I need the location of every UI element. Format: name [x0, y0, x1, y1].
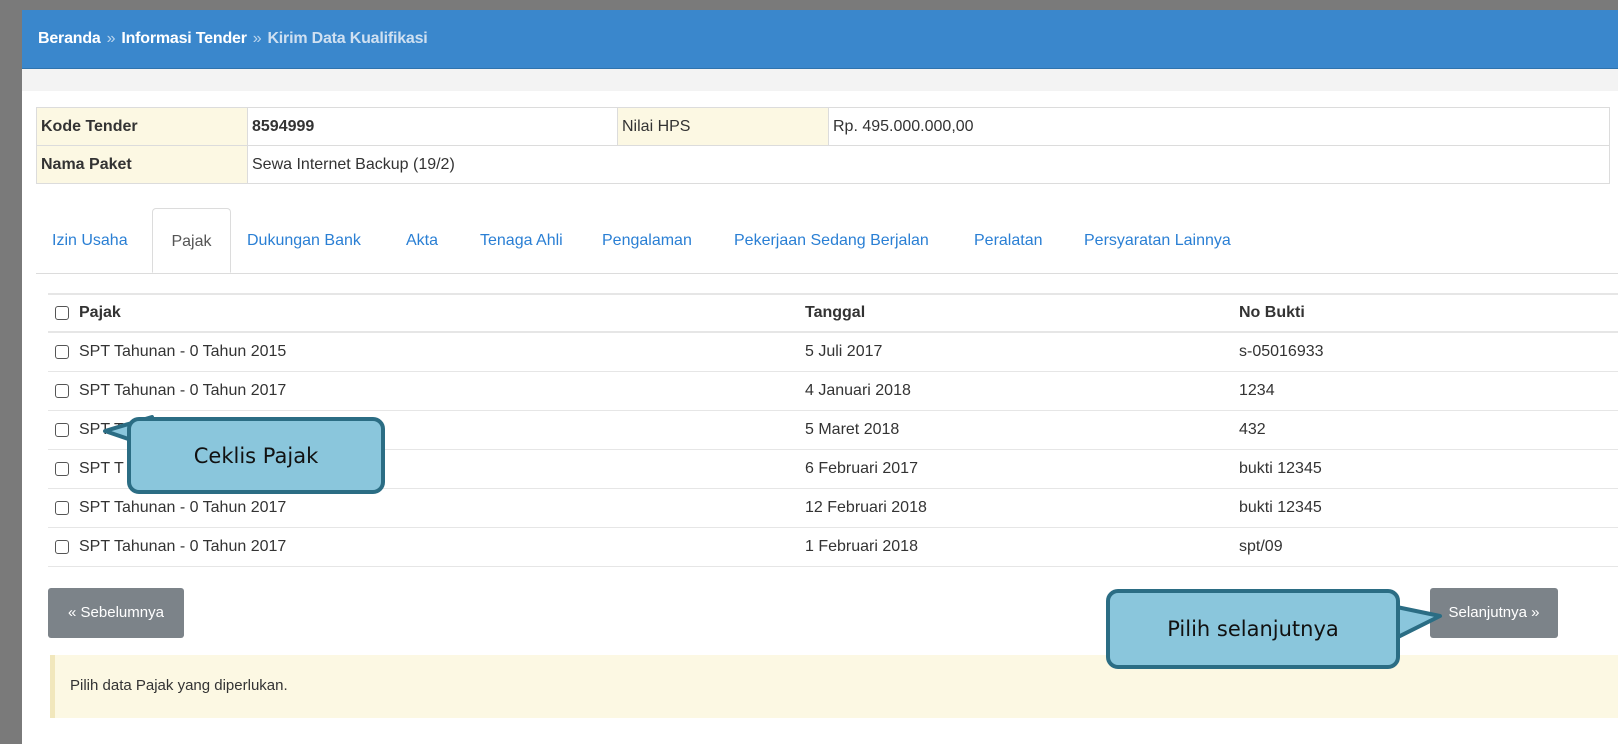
callout-ceklis-pajak: Ceklis Pajak — [127, 417, 385, 494]
no-bukti-cell: spt/09 — [1239, 538, 1283, 555]
tab-akta[interactable]: Akta — [406, 208, 438, 273]
select-all-checkbox[interactable] — [55, 306, 69, 320]
pajak-name: SPT Tahunan - 0 Tahun 2017 — [79, 499, 287, 516]
row-checkbox[interactable] — [55, 540, 69, 554]
next-button[interactable]: Selanjutnya » — [1430, 588, 1558, 638]
tanggal-cell: 5 Juli 2017 — [805, 343, 883, 360]
pajak-cell: SPT Tahunan - 0 Tahun 2017 — [55, 528, 286, 566]
table-row[interactable]: SPT Tahunan - 0 Tahun 2017 1 Februari 20… — [48, 528, 1618, 567]
no-bukti-cell: bukti 12345 — [1239, 460, 1322, 477]
tab-dukungan-bank[interactable]: Dukungan Bank — [247, 208, 361, 273]
top-header-bar: Beranda » Informasi Tender » Kirim Data Kual… — [22, 10, 1618, 69]
breadcrumb: Beranda » Informasi Tender » Kirim Data Kual… — [38, 30, 428, 48]
header-pajak-cell: Pajak — [55, 295, 121, 331]
row-checkbox[interactable] — [55, 345, 69, 359]
previous-button[interactable]: « Sebelumnya — [48, 588, 184, 638]
kode-tender-value: 8594999 — [247, 107, 618, 146]
kode-tender-label: Kode Tender — [36, 107, 248, 146]
pajak-name: SPT Tahunan - 0 Tahun 2015 — [79, 343, 287, 360]
nilai-hps-label: Nilai HPS — [617, 107, 829, 146]
tender-info-table: Kode Tender 8594999 Nilai HPS Rp. 495.00… — [36, 107, 1610, 184]
tanggal-cell: 1 Februari 2018 — [805, 538, 918, 555]
column-header-no-bukti: No Bukti — [1239, 304, 1305, 321]
no-bukti-cell: 432 — [1239, 421, 1266, 438]
tanggal-cell: 12 Februari 2018 — [805, 499, 927, 516]
tab-bar: Izin Usaha Pajak Dukungan Bank Akta Tena… — [36, 208, 1618, 274]
column-header-tanggal: Tanggal — [805, 304, 866, 321]
tab-peralatan[interactable]: Peralatan — [974, 208, 1043, 273]
callout-pointer-selanjutnya — [1390, 604, 1442, 642]
nama-paket-label: Nama Paket — [36, 145, 248, 184]
pajak-name: SPT Tahunan - 0 Tahun 2017 — [79, 538, 287, 555]
row-checkbox[interactable] — [55, 462, 69, 476]
notice-text: Pilih data Pajak yang diperlukan. — [70, 677, 288, 694]
tab-pengalaman[interactable]: Pengalaman — [602, 208, 692, 273]
callout-pilih-selanjutnya: Pilih selanjutnya — [1106, 589, 1400, 669]
pajak-name: SPT Tahunan - 0 Tahun 2017 — [79, 382, 287, 399]
breadcrumb-beranda[interactable]: Beranda — [38, 30, 101, 47]
tab-tenaga-ahli[interactable]: Tenaga Ahli — [480, 208, 563, 273]
no-bukti-cell: 1234 — [1239, 382, 1275, 399]
column-header-pajak: Pajak — [79, 304, 121, 321]
tanggal-cell: 4 Januari 2018 — [805, 382, 911, 399]
table-row[interactable]: SPT Tahunan - 0 Tahun 2017 4 Januari 201… — [48, 372, 1618, 411]
pajak-name: SPT T — [79, 460, 124, 477]
tab-izin-usaha[interactable]: Izin Usaha — [52, 208, 128, 273]
pajak-cell: SPT T — [55, 450, 124, 488]
table-header: Pajak Tanggal No Bukti — [48, 293, 1618, 333]
pajak-cell: SPT Tahunan - 0 Tahun 2017 — [55, 372, 286, 410]
tab-persyaratan-lainnya[interactable]: Persyaratan Lainnya — [1084, 208, 1231, 273]
breadcrumb-informasi-tender[interactable]: Informasi Tender — [121, 30, 247, 47]
sub-header-strip — [22, 69, 1618, 91]
row-checkbox[interactable] — [55, 384, 69, 398]
row-checkbox[interactable] — [55, 501, 69, 515]
row-checkbox[interactable] — [55, 423, 69, 437]
pajak-cell: SPT Tahunan - 0 Tahun 2017 — [55, 489, 286, 527]
tab-pekerjaan-sedang-berjalan[interactable]: Pekerjaan Sedang Berjalan — [734, 208, 929, 273]
info-row-kode: Kode Tender 8594999 Nilai HPS Rp. 495.00… — [36, 107, 1610, 146]
breadcrumb-separator: » — [106, 30, 116, 47]
tanggal-cell: 5 Maret 2018 — [805, 421, 900, 438]
breadcrumb-current: Kirim Data Kualifikasi — [267, 30, 428, 47]
tanggal-cell: 6 Februari 2017 — [805, 460, 918, 477]
no-bukti-cell: s-05016933 — [1239, 343, 1324, 360]
no-bukti-cell: bukti 12345 — [1239, 499, 1322, 516]
info-row-nama: Nama Paket Sewa Internet Backup (19/2) — [36, 145, 1610, 184]
app-frame: Beranda » Informasi Tender » Kirim Data Kual… — [22, 10, 1618, 744]
breadcrumb-separator: » — [252, 30, 262, 47]
nama-paket-value: Sewa Internet Backup (19/2) — [247, 145, 1610, 184]
tab-pajak[interactable]: Pajak — [152, 208, 231, 273]
table-row[interactable]: SPT Tahunan - 0 Tahun 2015 5 Juli 2017 s… — [48, 333, 1618, 372]
table-row[interactable]: SPT Tahunan - 0 Tahun 2017 12 Februari 2… — [48, 489, 1618, 528]
nilai-hps-value: Rp. 495.000.000,00 — [828, 107, 1610, 146]
pajak-cell: SPT Tahunan - 0 Tahun 2015 — [55, 333, 286, 371]
